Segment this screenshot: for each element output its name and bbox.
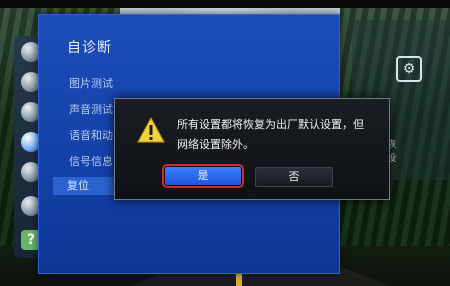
menu-item-sound-test[interactable]: 声音测试 bbox=[69, 101, 113, 117]
tv-bezel bbox=[0, 0, 450, 8]
dialog-message: 所有设置都将恢复为出厂默认设置，但 网络设置除外。 bbox=[177, 115, 383, 155]
dialog-message-line1: 所有设置都将恢复为出厂默认设置，但 bbox=[177, 118, 364, 131]
yes-button[interactable]: 是 bbox=[162, 164, 244, 188]
reset-confirm-dialog: 所有设置都将恢复为出厂默认设置，但 网络设置除外。 是 否 bbox=[114, 98, 390, 200]
panel-title: 自诊断 bbox=[67, 40, 112, 56]
menu-item-voice[interactable]: 语音和动 bbox=[69, 127, 113, 143]
settings-icon: ⚙ bbox=[396, 56, 422, 82]
warning-icon bbox=[137, 117, 165, 143]
menu-item-picture-test[interactable]: 图片测试 bbox=[69, 75, 113, 91]
no-button[interactable]: 否 bbox=[255, 167, 333, 187]
dialog-message-line2: 网络设置除外。 bbox=[177, 138, 254, 151]
menu-item-signal-info[interactable]: 信号信息 bbox=[69, 153, 113, 169]
